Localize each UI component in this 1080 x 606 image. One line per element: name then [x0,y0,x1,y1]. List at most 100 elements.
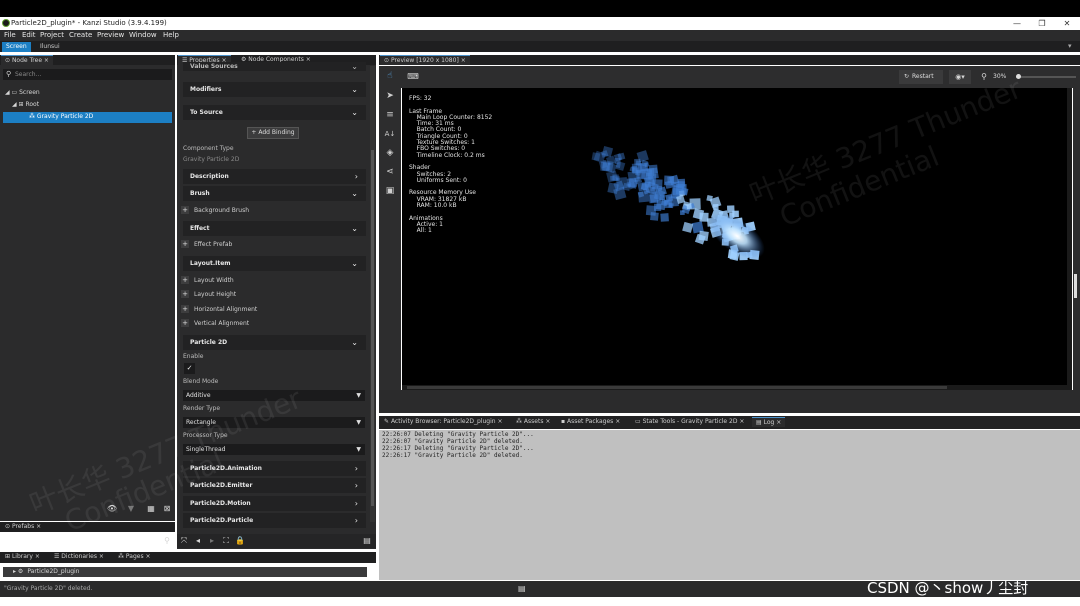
interact-tool-icon[interactable]: ☝ [383,69,397,83]
menu-project[interactable]: Project [40,31,64,39]
notes-icon[interactable]: ▤ [518,584,526,593]
add-icon[interactable]: + [181,290,189,298]
settings-icon[interactable]: ▤ [361,536,373,546]
window-title: Particle2D_plugin* - Kanzi Studio (3.9.4… [11,19,167,27]
stack-icon[interactable]: ◈ [383,146,397,160]
prop-background-brush[interactable]: + Background Brush [181,206,249,216]
prop-layout-height[interactable]: + Layout Height [181,290,236,300]
properties-scroll-thumb[interactable] [371,150,374,506]
tab-dictionaries[interactable]: ☰ Dictionaries × [50,552,108,562]
add-icon[interactable]: + [181,206,189,214]
title-bar: Particle2D_plugin* - Kanzi Studio (3.9.4… [0,17,1080,30]
share-icon[interactable]: ⋖ [383,165,397,179]
zoom-slider[interactable] [1016,74,1076,79]
prop-layout-width-label: Layout Width [194,277,234,284]
expand-icon[interactable]: ⛶ [221,536,231,546]
add-icon[interactable]: + [181,276,189,284]
restart-button[interactable]: ↻ Restart [899,70,943,84]
menu-edit[interactable]: Edit [22,31,36,39]
tab-pages[interactable]: ⁂ Pages × [114,552,155,562]
add-icon[interactable]: + [181,305,189,313]
library-item[interactable]: ▸ ⚙ Particle2D_plugin [3,567,367,577]
menu-preview[interactable]: Preview [97,31,124,39]
tab-log[interactable]: ▤ Log × [752,417,786,427]
tab-node-tree-label: Node Tree [11,57,43,64]
prop-horizontal-alignment[interactable]: + Horizontal Alignment [181,305,257,315]
section-to-source[interactable]: To Source ⌄ [183,105,366,120]
tab-assets[interactable]: ⁂ Assets × [512,417,554,427]
menu-file[interactable]: File [4,31,16,39]
tab-activity-browser[interactable]: ✎ Activity Browser: Particle2D_plugin × [380,417,507,427]
viewport-scrollbar[interactable] [1067,88,1072,390]
viewport-right-gutter [1073,88,1080,390]
node-tree-search[interactable]: ⚲ Search... [3,69,172,80]
add-icon[interactable]: + [181,240,189,248]
minimize-button[interactable]: — [1008,17,1026,30]
prop-layout-width[interactable]: + Layout Width [181,276,234,286]
section-layout-item[interactable]: Layout.Item ⌄ [183,256,366,271]
tab-library[interactable]: ⊞ Library × [1,552,44,562]
layers-icon[interactable]: ≡ [383,108,397,122]
tab-asset-packages[interactable]: ▪ Asset Packages × [557,417,624,427]
delete-icon[interactable]: ⊠ [161,504,173,514]
chevron-right-icon: › [354,464,358,473]
add-icon[interactable]: + [181,319,189,327]
mode-tab-screen[interactable]: Screen [2,42,31,52]
close-button[interactable]: ✕ [1058,17,1076,30]
section-particle-motion[interactable]: Particle2D.Motion › [183,496,366,511]
menu-window[interactable]: Window [129,31,157,39]
maximize-button[interactable]: ❐ [1033,17,1051,30]
move-icon[interactable]: ⤧ [179,536,189,546]
search-placeholder: Search... [15,71,42,78]
viewport-splitter-handle[interactable] [1074,274,1077,298]
preview-viewport[interactable]: FPS: 32 Last Frame Main Loop Counter: 81… [402,88,1072,390]
text-tool-icon[interactable]: A↓ [383,127,397,141]
menu-help[interactable]: Help [163,31,179,39]
project-icon: ▸ ⚙ [13,568,24,575]
search-icon: ⚲ [6,70,12,78]
tree-item-root[interactable]: ◢ ⊞ Root [3,100,172,110]
prop-effect-prefab[interactable]: + Effect Prefab [181,240,232,250]
camera-icon[interactable]: ▣ [383,184,397,198]
section-description[interactable]: Description › [183,169,366,184]
log-output[interactable]: 22:26:07 Deleting "Gravity Particle 2D".… [379,430,1080,580]
csdn-watermark: CSDN @丶show丿尘封 [867,579,1029,597]
enable-checkbox[interactable]: ✓ [184,363,195,374]
prop-vertical-alignment[interactable]: + Vertical Alignment [181,319,249,329]
section-brush[interactable]: Brush ⌄ [183,186,366,201]
select-tool-icon[interactable]: ➤ [383,89,397,103]
bottom-tabs: ✎ Activity Browser: Particle2D_plugin × … [379,416,1080,429]
tab-state-tools[interactable]: ▭ State Tools - Gravity Particle 2D × [631,417,748,427]
section-effect[interactable]: Effect ⌄ [183,221,366,236]
screen-icon: ◢ ▭ [5,89,20,96]
expand-icon[interactable]: ▾ [1068,42,1072,50]
section-description-label: Description [190,173,229,180]
log-line: 22:26:07 "Gravity Particle 2D" deleted. [382,438,523,445]
menu-create[interactable]: Create [69,31,92,39]
pick-icon[interactable]: ⚲ [161,536,173,546]
viewport-hscroll-thumb[interactable] [407,386,947,389]
tab-asset-packages-label: Asset Packages [566,418,614,425]
section-value-sources[interactable]: Value Sources ⌄ [183,62,366,71]
menu-bar: File Edit Project Create Preview Window … [0,30,1080,41]
section-particle-2d[interactable]: Particle 2D ⌄ [183,335,366,350]
forward-icon[interactable]: ▸ [207,536,217,546]
tree-item-screen[interactable]: ◢ ▭ Screen [3,88,172,98]
add-binding-button[interactable]: + Add Binding [247,127,299,139]
chevron-down-icon: ⌄ [351,62,358,71]
tab-preview[interactable]: ⊙ Preview [1920 x 1080] × [380,55,470,65]
preview-visibility-button[interactable]: ◉▾ [949,70,971,84]
tab-prefabs[interactable]: ⊙ Prefabs × [1,522,45,532]
section-modifiers[interactable]: Modifiers ⌄ [183,82,366,97]
tab-node-tree[interactable]: ⊙ Node Tree × [1,55,53,65]
section-particle-particle[interactable]: Particle2D.Particle › [183,513,366,528]
prop-layout-height-label: Layout Height [194,291,237,298]
mode-tab-ilunsui[interactable]: Ilunsui [36,42,64,52]
back-icon[interactable]: ◂ [193,536,203,546]
tree-item-gravity-particle[interactable]: ⁂ Gravity Particle 2D [3,112,172,123]
chevron-right-icon: › [354,516,358,525]
keyboard-icon[interactable]: ⌨ [407,72,419,82]
lock-icon[interactable]: 🔒 [235,536,245,546]
properties-scrollbar[interactable] [370,66,375,522]
eye-icon: ◉▾ [955,73,965,81]
